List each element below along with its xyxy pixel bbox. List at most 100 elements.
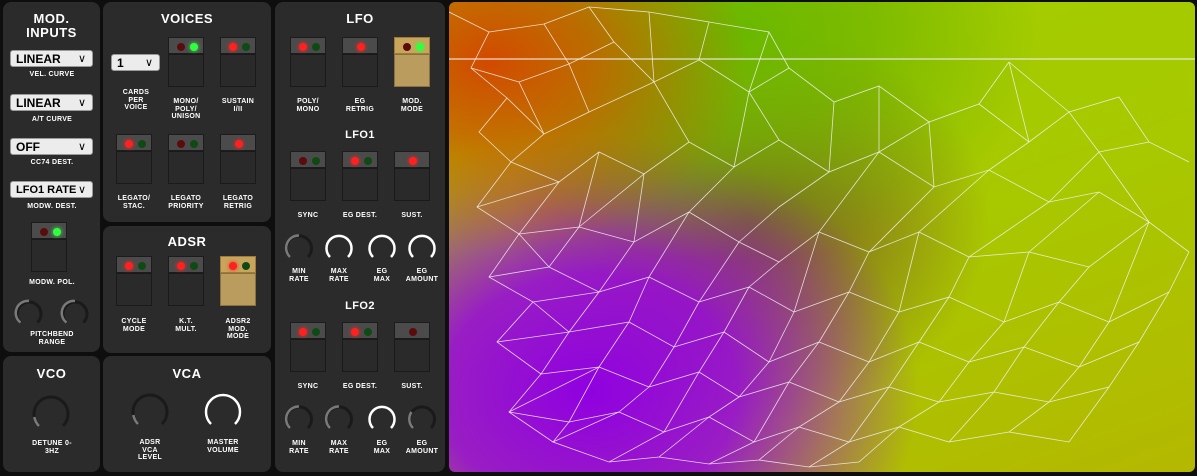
lfo1-sync-switch[interactable] [290,151,326,201]
lfo1-title: LFO1 [345,129,375,141]
legato-retrig-label: LEGATO RETRIG [222,195,254,210]
lfo2-sync-label: SYNC [297,383,319,390]
kt-mult-switch[interactable] [168,256,204,306]
cycle-mode-switch[interactable] [116,256,152,306]
led-red [351,328,359,336]
kt-mult-label: K.T. MULT. [175,318,197,333]
vca-panel: VCA ADSR VCA LEVEL MASTER VOLUME [103,356,271,472]
vel-curve-select[interactable]: LINEAR ∨ [10,50,93,67]
lfo1-sust-switch[interactable] [394,151,430,201]
adsr-vca-level-knob[interactable] [130,392,170,432]
poly-mono-label: POLY/ MONO [296,98,320,113]
legato-priority-switch[interactable] [168,134,204,184]
led-red [357,43,365,51]
master-volume-knob[interactable] [203,392,243,432]
lfo2-eg-amount-knob[interactable] [407,404,437,434]
led-green [312,157,320,165]
lfo2-eg-dest-label: EG DEST. [342,383,378,390]
lfo2-sust-label: SUST. [401,383,423,390]
at-curve-value: LINEAR [16,96,61,110]
cycle-mode-label: CYCLE MODE [121,318,147,333]
led-red [177,262,185,270]
detune-label: DETUNE 0-3HZ [32,440,72,455]
cards-per-voice-select[interactable]: 1 ∨ [111,54,160,71]
lfo1-eg-dest-label: EG DEST. [342,212,378,219]
cc74-dest-select[interactable]: OFF ∨ [10,138,93,155]
adsr-vca-level-label: ADSR VCA LEVEL [137,439,163,461]
led-red [235,140,243,148]
lfo2-eg-amount-label: EG AMOUNT [405,440,439,455]
voices-title: VOICES [160,11,214,26]
pitchbend-down-knob[interactable] [14,298,44,328]
led-green [190,140,198,148]
lfo1-eg-max-label: EG MAX [373,268,391,283]
led-red [409,328,417,336]
modw-pol-switch[interactable] [31,222,67,272]
led-red [351,157,359,165]
detune-knob[interactable] [31,394,71,434]
mono-poly-unison-switch[interactable] [168,37,204,87]
lfo2-title: LFO2 [345,300,375,312]
chevron-down-icon: ∨ [77,184,86,196]
lfo2-sust-switch[interactable] [394,322,430,372]
adsr2-mod-mode-switch[interactable] [220,256,256,306]
led-green [190,262,198,270]
mod-mode-switch[interactable] [394,37,430,87]
lfo1-min-rate-label: MIN RATE [289,268,309,283]
cc74-dest-label: CC74 DEST. [30,159,74,166]
lfo2-min-rate-knob[interactable] [284,404,314,434]
led-red [229,262,237,270]
legato-stac-label: LEGATO/ STAC. [117,195,151,210]
lfo2-eg-dest-switch[interactable] [342,322,378,372]
modw-dest-select[interactable]: LFO1 RATE ∨ [10,181,93,198]
led-green [364,328,372,336]
led-red [409,157,417,165]
lfo1-eg-dest-switch[interactable] [342,151,378,201]
mod-mode-label: MOD. MODE [400,98,424,113]
led-red [299,43,307,51]
legato-retrig-switch[interactable] [220,134,256,184]
led-red [177,43,185,51]
pitchbend-up-knob[interactable] [60,298,90,328]
chevron-down-icon: ∨ [144,57,153,69]
at-curve-select[interactable]: LINEAR ∨ [10,94,93,111]
visualizer-canvas[interactable] [449,2,1195,472]
lfo1-min-rate-knob[interactable] [284,233,314,263]
legato-stac-switch[interactable] [116,134,152,184]
led-green [242,262,250,270]
adsr-panel: ADSR CYCLE MODE K.T. MULT. ADSR2 MOD. MO… [103,226,271,353]
led-green [242,43,250,51]
pitchbend-range-label: PITCHBEND RANGE [30,331,74,346]
lfo-panel: LFO POLY/ MONO EG RETRIG MOD. MODE LFO1 … [275,2,445,472]
led-red [299,328,307,336]
lfo1-max-rate-label: MAX RATE [329,268,349,283]
led-green [190,43,198,51]
sustain-switch[interactable] [220,37,256,87]
lfo1-eg-amount-knob[interactable] [407,233,437,263]
led-green [364,157,372,165]
mod-inputs-panel: MOD. INPUTS LINEAR ∨ VEL. CURVE LINEAR ∨… [3,2,100,352]
led-red [125,140,133,148]
lfo1-max-rate-knob[interactable] [324,233,354,263]
lfo1-sust-label: SUST. [401,212,423,219]
chevron-down-icon: ∨ [77,141,86,153]
mod-inputs-title: MOD. INPUTS [26,11,77,40]
eg-retrig-switch[interactable] [342,37,378,87]
chevron-down-icon: ∨ [77,97,86,109]
chevron-down-icon: ∨ [77,53,86,65]
poly-mono-switch[interactable] [290,37,326,87]
vco-panel: VCO DETUNE 0-3HZ [3,356,100,472]
lfo2-sync-switch[interactable] [290,322,326,372]
led-red [229,43,237,51]
led-green [312,328,320,336]
lfo1-eg-max-knob[interactable] [367,233,397,263]
legato-priority-label: LEGATO PRIORITY [168,195,204,210]
led-red [40,228,48,236]
led-red [403,43,411,51]
lfo2-eg-max-knob[interactable] [367,404,397,434]
modw-dest-label: MODW. DEST. [27,203,77,210]
lfo1-eg-amount-label: EG AMOUNT [405,268,439,283]
led-green [138,262,146,270]
led-green [416,43,424,51]
lfo2-max-rate-knob[interactable] [324,404,354,434]
